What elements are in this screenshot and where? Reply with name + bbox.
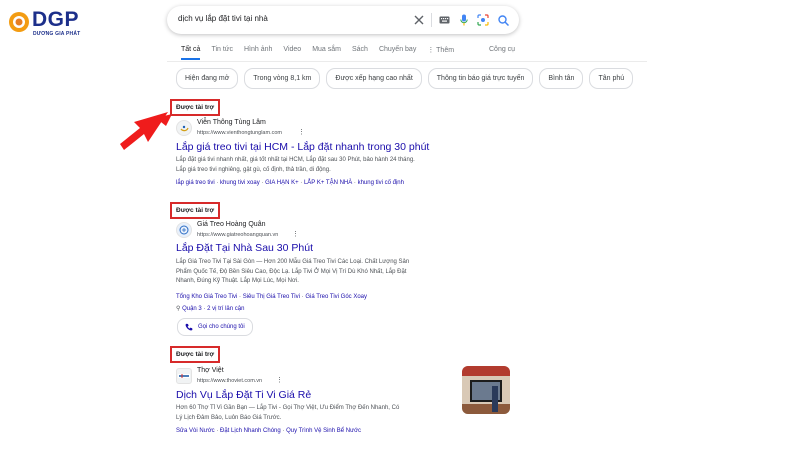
sponsored-label: Được tài trợ — [170, 99, 221, 116]
site-favicon-icon — [176, 368, 192, 384]
site-name[interactable]: Giá Treo Hoàng Quân — [197, 221, 266, 228]
logo-mark-icon — [9, 12, 29, 32]
chip-online-quote[interactable]: Thông tin báo giá trực tuyến — [427, 68, 534, 89]
site-url[interactable]: https://www.giatreohoangquan.vn — [197, 232, 278, 238]
sitelink[interactable]: Quy Trình Vệ Sinh Bể Nước — [286, 428, 361, 434]
tab-more[interactable]: ⋮ Thêm — [427, 46, 454, 60]
result-description: Hơn 60 Thợ Tỉ Vi Gần Bạn — Lắp Tivi - Gọ… — [176, 404, 466, 423]
logo-brand: DGP — [32, 8, 80, 31]
filter-chips: Hiện đang mở Trong vòng 8,1 km Được xếp … — [176, 68, 639, 89]
tv-install-photo-icon — [462, 366, 510, 414]
tab-news[interactable]: Tin tức — [211, 46, 233, 60]
more-options-icon[interactable]: ⋮ — [292, 230, 299, 238]
call-button-label: Gọi cho chúng tôi — [198, 324, 245, 330]
location-text[interactable]: Quận 3 · 2 vị trí lân cận — [182, 306, 244, 312]
site-favicon-icon — [176, 120, 192, 136]
search-icon[interactable] — [495, 12, 511, 28]
sponsored-label: Được tài trợ — [170, 346, 221, 363]
search-input[interactable]: dịch vụ lắp đặt tivi tại nhà — [178, 14, 268, 23]
result-title[interactable]: Lắp Đặt Tại Nhà Sau 30 Phút — [176, 242, 313, 254]
site-name[interactable]: Viễn Thông Tùng Lâm — [197, 119, 266, 126]
result-description: Lắp Giá Treo Tivi Tại Sài Gòn — Hơn 200 … — [176, 258, 476, 287]
result-thumbnail[interactable] — [462, 366, 510, 414]
result-description-line: Lắp Giá Treo Tivi Tại Sài Gòn — Hơn 200 … — [176, 259, 410, 265]
sitelink[interactable]: Tổng Kho Giá Treo Tivi — [176, 294, 237, 300]
phone-icon — [185, 323, 193, 331]
more-options-icon[interactable]: ⋮ — [276, 376, 283, 384]
result-description: Lắp đặt giá tivi nhanh nhất, giá tốt nhấ… — [176, 156, 496, 175]
sponsored-label: Được tài trợ — [170, 202, 221, 219]
site-favicon-icon — [176, 222, 192, 238]
result-description-line: Lắp đặt giá tivi nhanh nhất, giá tốt nhấ… — [176, 157, 415, 163]
chip-tan-phu[interactable]: Tân phú — [589, 68, 634, 89]
tools-button[interactable]: Công cụ — [489, 46, 515, 53]
divider — [431, 13, 432, 27]
brand-logo: DGP DƯƠNG GIA PHÁT — [8, 8, 88, 37]
site-url[interactable]: https://www.vienthongtunglam.com — [197, 130, 282, 136]
tab-books[interactable]: Sách — [352, 46, 368, 60]
microphone-icon[interactable] — [456, 12, 472, 28]
chip-top-rated[interactable]: Được xếp hạng cao nhất — [326, 68, 422, 89]
tab-shopping[interactable]: Mua sắm — [312, 46, 341, 60]
sitelinks: Sửa Vòi Nước · Đặt Lịch Nhanh Chóng · Qu… — [176, 428, 362, 434]
keyboard-icon[interactable] — [436, 12, 452, 28]
sitelink[interactable]: khung tivi xoay — [220, 180, 260, 186]
sitelink[interactable]: Sửa Vòi Nước — [176, 428, 215, 434]
camera-lens-icon[interactable] — [475, 12, 491, 28]
tabs-divider — [167, 61, 647, 62]
chip-open-now[interactable]: Hiện đang mở — [176, 68, 239, 89]
more-options-icon[interactable]: ⋮ — [298, 128, 305, 136]
result-description-line: Hơn 60 Thợ Tỉ Vi Gần Bạn — Lắp Tivi - Gọ… — [176, 405, 400, 411]
sitelink[interactable]: Giá Treo Tivi Góc Xoay — [305, 294, 367, 300]
call-button[interactable]: Gọi cho chúng tôi — [177, 318, 253, 336]
result-description-line: Lý Lịch Đảm Bảo, Luôn Báo Giá Trước. — [176, 414, 282, 421]
chip-distance[interactable]: Trong vòng 8,1 km — [244, 68, 321, 89]
site-url[interactable]: https://www.thoviet.com.vn — [197, 378, 262, 384]
clear-icon[interactable] — [411, 12, 427, 28]
sitelink[interactable]: GIA HẠN K+ — [265, 180, 299, 186]
sitelinks: lắp giá treo tivi · khung tivi xoay · GI… — [176, 180, 404, 186]
tab-images[interactable]: Hình ảnh — [244, 46, 272, 60]
search-tabs: Tất cả Tin tức Hình ảnh Video Mua sắm Sá… — [181, 46, 465, 60]
tab-all[interactable]: Tất cả — [181, 46, 201, 60]
tab-videos[interactable]: Video — [283, 46, 301, 60]
logo-tagline: DƯƠNG GIA PHÁT — [33, 31, 81, 37]
sitelink[interactable]: khung tivi cố định — [358, 180, 404, 186]
site-name[interactable]: Thợ Việt — [197, 367, 224, 374]
chip-binh-tan[interactable]: Bình tân — [539, 68, 584, 89]
location-pin-icon: ⚲ — [176, 306, 181, 312]
sitelink[interactable]: LẮP K+ TẬN NHÀ — [304, 180, 352, 186]
result-title[interactable]: Lắp giá treo tivi tại HCM - Lắp đặt nhan… — [176, 141, 429, 153]
sitelink[interactable]: lắp giá treo tivi — [176, 180, 215, 186]
sitelink[interactable]: Siêu Thị Giá Treo Tivi — [243, 294, 300, 300]
result-title[interactable]: Dịch Vụ Lắp Đặt Ti Vi Giá Rẻ — [176, 389, 311, 401]
sitelink[interactable]: Đặt Lịch Nhanh Chóng — [220, 428, 281, 434]
result-description-line: Phẩm Quốc Tế, Độ Bền Siêu Cao, Độc Lạ. L… — [176, 268, 407, 275]
result-description-line: Nhanh, Đúng Kỹ Thuật. Lắp Mọi Lúc, Mọi N… — [176, 278, 299, 284]
tab-flights[interactable]: Chuyến bay — [379, 46, 416, 60]
search-bar[interactable]: dịch vụ lắp đặt tivi tại nhà — [167, 6, 519, 34]
red-arrow-icon — [120, 112, 172, 150]
location-line[interactable]: ⚲ Quận 3 · 2 vị trí lân cận — [176, 305, 244, 312]
sitelinks: Tổng Kho Giá Treo Tivi · Siêu Thị Giá Tr… — [176, 294, 368, 300]
result-description-line: Lắp giá treo tivi nghiêng, gật gù, cố đị… — [176, 166, 331, 173]
